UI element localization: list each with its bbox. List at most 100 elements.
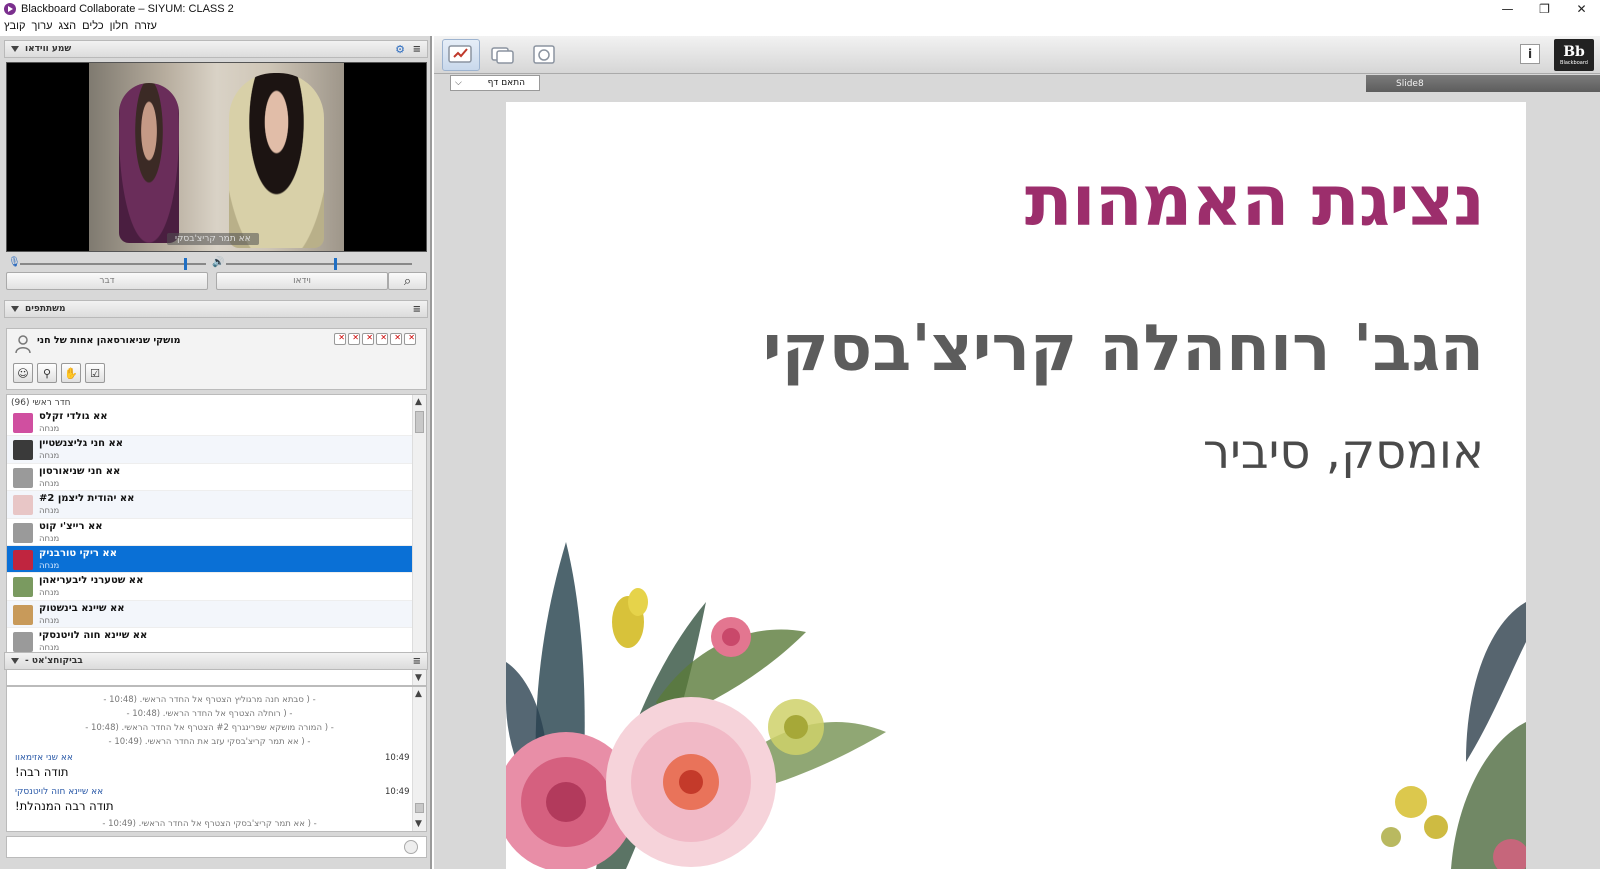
menu-view[interactable]: הצג xyxy=(58,20,76,32)
panel-menu-icon[interactable]: ≡ xyxy=(413,44,421,55)
chat-scrollbar[interactable]: ▲ ▼ xyxy=(412,687,426,831)
scrollbar-thumb[interactable] xyxy=(415,803,424,813)
participant-avatar-icon xyxy=(13,413,33,433)
chat-title: - בביקוחצ'אט xyxy=(25,656,83,666)
menu-file[interactable]: קובץ xyxy=(4,20,25,32)
menu-help[interactable]: עזרה xyxy=(134,20,156,32)
participant-row[interactable]: אא שיינא בינשטוק מנחה xyxy=(7,600,412,629)
chat-message: תודה רבה! xyxy=(15,765,69,779)
collapse-triangle-icon[interactable] xyxy=(11,306,19,312)
user-avatar-icon xyxy=(15,335,31,353)
participants-list: חדר ראשי (96) אא גולדי זקלס מנחה אא חני גל… xyxy=(6,394,427,686)
scroll-down-icon[interactable]: ▼ xyxy=(415,819,422,829)
participant-role: מנחה xyxy=(39,424,60,434)
audio-settings-icon[interactable]: ⚙ xyxy=(395,43,405,56)
participant-row[interactable]: אא שטערני ליבעריאהן מנחה xyxy=(7,573,412,601)
chat-input[interactable] xyxy=(6,836,427,858)
status-icon-2[interactable]: ✕ xyxy=(348,333,360,345)
participant-row[interactable]: אא רייצ'י קוט מנחה xyxy=(7,518,412,546)
video-button[interactable]: וידאו xyxy=(216,272,388,290)
chat-author: אא שני אזימאוו xyxy=(15,753,73,763)
collapse-triangle-icon[interactable] xyxy=(11,46,19,52)
participant-role: מנחה xyxy=(39,451,60,462)
participant-row[interactable]: אא חני גליצנשטיין מנחה xyxy=(7,436,412,464)
app-share-icon xyxy=(491,47,514,64)
chat-author: אא שיינא חוה לויטנסקי xyxy=(15,787,104,797)
blackboard-app-icon xyxy=(4,3,16,15)
microphone-icon: 🎙 xyxy=(8,257,21,268)
whiteboard-mode-button[interactable] xyxy=(442,39,480,71)
fit-page-value: התאם דף xyxy=(487,78,525,88)
participant-avatar-icon xyxy=(13,467,33,488)
menu-bar: קובץ ערוך הצג כלים חלון עזרה xyxy=(0,18,1600,34)
minimize-button[interactable]: — xyxy=(1489,0,1526,18)
fit-page-select[interactable]: התאם דף ⌵ xyxy=(450,75,540,91)
close-button[interactable]: ✕ xyxy=(1563,0,1600,18)
chat-header[interactable]: - בביקוחצ'אט ≡ xyxy=(4,652,428,670)
status-icon-1[interactable]: ✕ xyxy=(334,333,346,345)
participants-scrollbar[interactable]: ▲ ▼ xyxy=(412,395,426,685)
participant-row[interactable]: אא ריקי טורבניק מנחה xyxy=(7,545,412,574)
participant-row[interactable]: אא גולדי זקלס מנחה xyxy=(7,409,412,437)
participant-avatar-icon xyxy=(13,549,33,570)
scroll-down-icon[interactable]: ▼ xyxy=(415,673,422,683)
speaker-slider-track[interactable] xyxy=(226,263,412,265)
participant-name: אא שיינא חוה לויטנסקי xyxy=(39,630,148,642)
menu-tools[interactable]: כלים xyxy=(82,20,103,32)
participant-avatar-icon xyxy=(13,522,33,543)
emoticon-picker-icon[interactable] xyxy=(404,840,418,854)
participant-row[interactable]: אא יהודית ליצמן #2 מנחה xyxy=(7,491,412,519)
slide-canvas[interactable]: נציגת האמהות הגב' רוחהלה קריצ'בסקי אומסק… xyxy=(506,102,1526,869)
status-icon-4[interactable]: ✕ xyxy=(376,333,388,345)
chat-message: תודה רבה המנהלת! xyxy=(15,799,114,813)
scrollbar-thumb[interactable] xyxy=(415,411,424,433)
main-room-label: חדר ראשי (96) xyxy=(11,398,71,408)
status-icon-5[interactable]: ✕ xyxy=(390,333,402,345)
raise-hand-icon[interactable]: ✋ xyxy=(61,363,81,383)
audio-video-header[interactable]: שמע ווידאו ⚙ ≡ xyxy=(4,40,428,58)
system-message: - ( אא תמר קריצ'בסקי הצטרף אל החדר הראשי… xyxy=(102,819,317,829)
video-preview-icon[interactable]: ⌕ xyxy=(388,272,427,290)
participant-avatar-icon xyxy=(13,604,33,625)
menu-window[interactable]: חלון xyxy=(110,20,129,32)
participant-role: מנחה xyxy=(39,506,60,517)
participant-name: אא שטערני ליבעריאהן xyxy=(39,575,144,587)
participant-avatar-icon xyxy=(13,632,33,653)
info-button[interactable]: i xyxy=(1520,44,1540,64)
status-icon-6[interactable]: ✕ xyxy=(404,333,416,345)
restore-button[interactable]: ❐ xyxy=(1526,0,1563,18)
app-share-button[interactable] xyxy=(484,39,522,71)
mic-slider-thumb[interactable] xyxy=(183,258,187,270)
speaker-slider-thumb[interactable] xyxy=(333,258,337,270)
status-icon-3[interactable]: ✕ xyxy=(362,333,374,345)
scroll-up-icon[interactable]: ▲ xyxy=(415,689,422,699)
audio-video-title: שמע ווידאו xyxy=(25,44,72,54)
logo-text: Bb xyxy=(1563,44,1585,60)
poll-check-icon[interactable]: ☑ xyxy=(85,363,105,383)
video-caption: אא תמר קריצ'בסקי xyxy=(167,233,259,245)
emoticon-icon[interactable]: ☺ xyxy=(13,363,33,383)
slide-tab[interactable]: Slide8 xyxy=(1366,75,1600,92)
participant-name: אא רייצ'י קוט xyxy=(39,520,103,532)
participant-role: מנחה xyxy=(39,478,60,489)
profile-icon[interactable]: ⚲ xyxy=(37,363,57,383)
participant-name: אא ריקי טורבניק xyxy=(39,547,117,559)
participant-role: מנחה xyxy=(39,615,60,626)
panel-menu-icon[interactable]: ≡ xyxy=(413,656,421,667)
participant-avatar-icon xyxy=(13,440,33,461)
participant-row[interactable]: אא חני שניאורסון מנחה xyxy=(7,463,412,492)
chat-time: 10:49 xyxy=(385,753,410,763)
web-tour-button[interactable] xyxy=(526,39,564,71)
web-tour-icon xyxy=(533,45,555,64)
participant-role: מנחה xyxy=(39,588,60,599)
talk-button[interactable]: דבר xyxy=(6,272,208,290)
collapse-triangle-icon[interactable] xyxy=(11,658,19,664)
floral-decoration xyxy=(506,542,1526,869)
participant-role: מנחה xyxy=(39,560,60,571)
scroll-up-icon[interactable]: ▲ xyxy=(415,397,422,407)
participants-header[interactable]: משתתפים ≡ xyxy=(4,300,428,318)
panel-menu-icon[interactable]: ≡ xyxy=(413,304,421,315)
menu-edit[interactable]: ערוך xyxy=(31,20,52,32)
mic-slider-track[interactable] xyxy=(20,263,206,265)
slide-tab-label: Slide8 xyxy=(1396,78,1424,89)
